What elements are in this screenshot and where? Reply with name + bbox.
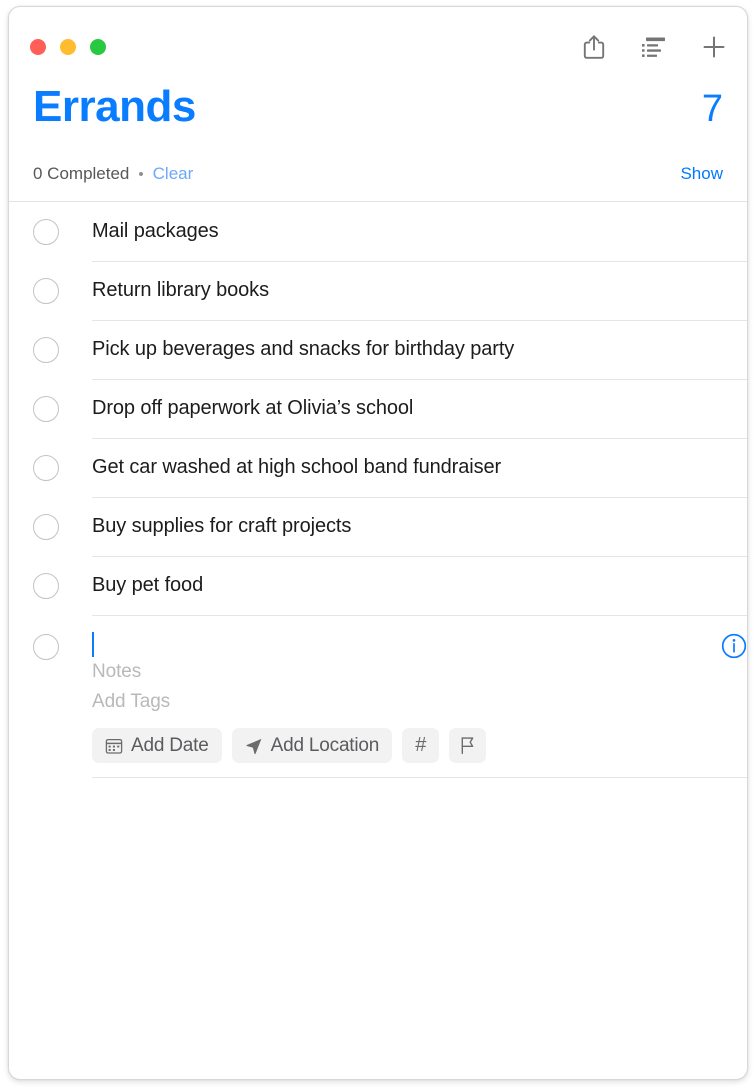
close-window-button[interactable]	[30, 39, 46, 55]
location-arrow-icon	[245, 737, 263, 755]
table-row[interactable]: Return library books	[33, 261, 747, 320]
complete-checkbox[interactable]	[33, 336, 59, 363]
traffic-light-group	[30, 39, 106, 55]
tags-field[interactable]: Add Tags	[92, 687, 709, 717]
window-toolbar	[579, 33, 729, 65]
complete-checkbox[interactable]	[33, 395, 59, 422]
page-title: Errands	[33, 82, 196, 131]
table-row[interactable]: Mail packages	[33, 202, 747, 261]
new-reminder-title-field[interactable]	[92, 631, 709, 657]
complete-checkbox[interactable]	[33, 634, 59, 660]
list-header: Errands 7 0 Completed • Clear Show	[9, 85, 747, 201]
reminder-info-button[interactable]	[721, 633, 747, 664]
add-location-label: Add Location	[270, 734, 380, 756]
share-icon	[583, 34, 605, 65]
complete-checkbox[interactable]	[33, 454, 59, 481]
reminder-title: Return library books	[92, 279, 269, 301]
new-reminder-body: Notes Add Tags Add Date Add Location #	[92, 631, 709, 763]
list-title-row: Errands 7	[33, 85, 723, 147]
reminders-window: Errands 7 0 Completed • Clear Show Mail …	[8, 6, 748, 1080]
minimize-window-button[interactable]	[60, 39, 76, 55]
show-completed-link[interactable]: Show	[680, 164, 723, 184]
reminder-count-badge: 7	[701, 88, 723, 130]
calendar-icon	[105, 737, 123, 755]
new-reminder-row[interactable]: Notes Add Tags Add Date Add Location #	[33, 615, 747, 777]
new-reminder-bottom-divider	[92, 777, 747, 778]
quick-action-chips: Add Date Add Location #	[92, 728, 709, 763]
reminder-title: Buy supplies for craft projects	[92, 515, 352, 537]
table-row[interactable]: Buy pet food	[33, 556, 747, 615]
add-date-button[interactable]: Add Date	[92, 728, 222, 763]
flag-icon	[459, 736, 476, 755]
notes-field[interactable]: Notes	[92, 657, 709, 687]
reminder-title: Drop off paperwork at Olivia’s school	[92, 397, 414, 419]
completed-summary: 0 Completed • Clear	[33, 164, 193, 184]
window-titlebar	[9, 7, 747, 85]
text-caret	[92, 631, 94, 657]
meta-separator-dot: •	[138, 165, 144, 183]
table-row[interactable]: Pick up beverages and snacks for birthda…	[33, 320, 747, 379]
share-button[interactable]	[579, 33, 609, 65]
add-flag-button[interactable]	[449, 728, 487, 763]
table-row[interactable]: Drop off paperwork at Olivia’s school	[33, 379, 747, 438]
table-row[interactable]: Buy supplies for craft projects	[33, 497, 747, 556]
reminder-title: Get car washed at high school band fundr…	[92, 456, 502, 478]
completed-count-label: 0 Completed	[33, 164, 130, 183]
complete-checkbox[interactable]	[33, 218, 59, 245]
hash-icon: #	[415, 734, 427, 756]
add-location-button[interactable]: Add Location	[231, 728, 393, 763]
view-options-button[interactable]	[639, 33, 669, 65]
reminder-title: Pick up beverages and snacks for birthda…	[92, 338, 515, 360]
add-tag-button[interactable]: #	[402, 728, 440, 763]
info-icon	[721, 633, 747, 663]
reminders-list: Mail packages Return library books Pick …	[9, 202, 747, 778]
complete-checkbox[interactable]	[33, 572, 59, 599]
list-view-icon	[641, 36, 667, 63]
zoom-window-button[interactable]	[90, 39, 106, 55]
add-icon	[701, 34, 727, 65]
complete-checkbox[interactable]	[33, 513, 59, 540]
add-reminder-button[interactable]	[699, 33, 729, 65]
reminder-title: Buy pet food	[92, 574, 204, 596]
add-date-label: Add Date	[131, 734, 209, 756]
table-row[interactable]: Get car washed at high school band fundr…	[33, 438, 747, 497]
list-meta-row: 0 Completed • Clear Show	[33, 147, 723, 201]
complete-checkbox[interactable]	[33, 277, 59, 304]
reminder-title: Mail packages	[92, 220, 219, 242]
clear-completed-link[interactable]: Clear	[153, 164, 194, 184]
